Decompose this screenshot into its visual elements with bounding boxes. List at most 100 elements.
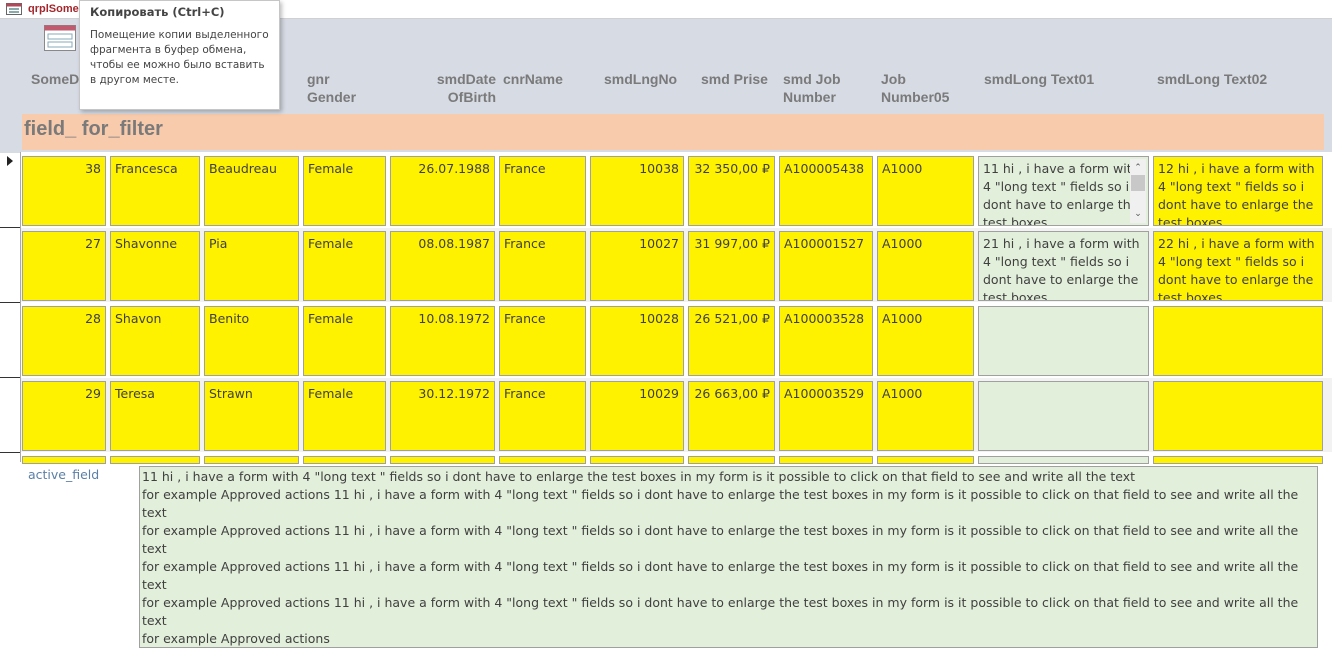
active-field-textbox[interactable]: 11 hi , i have a form with 4 "long text …	[139, 466, 1318, 648]
cell-prise[interactable]	[688, 456, 775, 464]
cell-dob[interactable]	[390, 456, 495, 464]
cell-id[interactable]	[22, 456, 106, 464]
header-lngno: smdLngNo	[604, 71, 678, 87]
cell-job05[interactable]: A1000	[877, 381, 974, 451]
scroll-thumb[interactable]	[1131, 175, 1145, 191]
cell-country[interactable]: France	[499, 381, 586, 451]
cell-prise[interactable]: 32 350,00 ₽	[688, 156, 775, 226]
header-jobnum: smd Job Number	[783, 71, 841, 105]
cell-value: Shavon	[115, 311, 162, 326]
cell-lngno[interactable]: 10029	[590, 381, 684, 451]
cell-last[interactable]: Beaudreau	[204, 156, 299, 226]
cell-text02[interactable]: 12 hi , i have a form with 4 "long text …	[1153, 156, 1323, 226]
cell-jobnum[interactable]: A100003528	[779, 306, 873, 376]
cell-text02[interactable]: 22 hi , i have a form with 4 "long text …	[1153, 231, 1323, 301]
cell-value: 32 350,00 ₽	[694, 161, 770, 176]
cell-value: Female	[308, 161, 354, 176]
cell-prise[interactable]: 26 521,00 ₽	[688, 306, 775, 376]
cell-text01[interactable]: 21 hi , i have a form with 4 "long text …	[978, 231, 1149, 301]
cell-gender[interactable]: Female	[303, 156, 386, 226]
row-separator	[0, 377, 20, 378]
form-icon	[6, 3, 22, 15]
cell-last[interactable]: Strawn	[204, 381, 299, 451]
cell-value: 26 663,00 ₽	[694, 386, 770, 401]
cell-value: A1000	[882, 161, 923, 176]
cell-job05[interactable]: A1000	[877, 231, 974, 301]
cell-job05[interactable]	[877, 456, 974, 464]
cell-lngno[interactable]	[590, 456, 684, 464]
record-selector[interactable]	[0, 377, 21, 452]
record-selector[interactable]	[0, 302, 21, 377]
cell-value: France	[504, 386, 546, 401]
cell-last[interactable]: Benito	[204, 306, 299, 376]
cell-gender[interactable]: Female	[303, 306, 386, 376]
cell-country[interactable]: France	[499, 306, 586, 376]
form-header-icon	[44, 25, 76, 51]
cell-value: Female	[308, 311, 354, 326]
row-separator	[0, 152, 20, 153]
cell-id[interactable]: 38	[22, 156, 106, 226]
cell-prise[interactable]: 31 997,00 ₽	[688, 231, 775, 301]
cell-id[interactable]: 29	[22, 381, 106, 451]
cell-value: A1000	[882, 236, 923, 251]
cell-text01[interactable]	[978, 381, 1149, 451]
cell-first[interactable]: Teresa	[110, 381, 200, 451]
cell-lngno[interactable]: 10027	[590, 231, 684, 301]
cell-first[interactable]: Shavon	[110, 306, 200, 376]
cell-jobnum[interactable]	[779, 456, 873, 464]
cell-id[interactable]: 28	[22, 306, 106, 376]
cell-value: 10028	[639, 311, 679, 326]
cell-last[interactable]: Pia	[204, 231, 299, 301]
cell-dob[interactable]: 26.07.1988	[390, 156, 495, 226]
cell-text01[interactable]: 11 hi , i have a form with 4 "long text …	[978, 156, 1149, 226]
cell-gender[interactable]: Female	[303, 231, 386, 301]
scrollbar[interactable]: ⌃ ⌄	[1130, 159, 1146, 223]
cell-value: Female	[308, 386, 354, 401]
cell-text02[interactable]	[1153, 381, 1323, 451]
cell-prise[interactable]: 26 663,00 ₽	[688, 381, 775, 451]
cell-job05[interactable]: A1000	[877, 306, 974, 376]
cell-jobnum[interactable]: A100001527	[779, 231, 873, 301]
cell-first[interactable]: Shavonne	[110, 231, 200, 301]
cell-jobnum[interactable]: A100003529	[779, 381, 873, 451]
cell-value: 11 hi , i have a form with 4 "long text …	[983, 161, 1140, 226]
cell-country[interactable]	[499, 456, 586, 464]
copy-tooltip: Копировать (Ctrl+C) Помещение копии выде…	[79, 0, 280, 110]
cell-last[interactable]	[204, 456, 299, 464]
cell-dob[interactable]: 10.08.1972	[390, 306, 495, 376]
cell-value: Pia	[209, 236, 228, 251]
record-selector[interactable]	[0, 452, 21, 462]
row-separator	[0, 302, 20, 303]
cell-value: France	[504, 161, 546, 176]
cell-dob[interactable]: 08.08.1987	[390, 231, 495, 301]
cell-lngno[interactable]: 10028	[590, 306, 684, 376]
cell-country[interactable]: France	[499, 156, 586, 226]
cell-text01[interactable]	[978, 306, 1149, 376]
scroll-down-icon[interactable]: ⌄	[1130, 205, 1146, 223]
cell-gender[interactable]: Female	[303, 381, 386, 451]
cell-jobnum[interactable]: A100005438	[779, 156, 873, 226]
cell-text01[interactable]	[978, 456, 1149, 464]
cell-value: 30.12.1972	[418, 386, 490, 401]
active-field-text: 11 hi , i have a form with 4 "long text …	[142, 469, 1299, 646]
cell-id[interactable]: 27	[22, 231, 106, 301]
cell-value: 21 hi , i have a form with 4 "long text …	[983, 236, 1140, 301]
filter-field[interactable]: field_ for_filter	[22, 114, 1324, 150]
header-prise: smd Prise	[701, 71, 768, 87]
row-separator	[0, 227, 20, 228]
cell-country[interactable]: France	[499, 231, 586, 301]
cell-gender[interactable]	[303, 456, 386, 464]
cell-value: Female	[308, 236, 354, 251]
cell-text02[interactable]	[1153, 456, 1323, 464]
tab-qrplsome[interactable]: qrplSome	[0, 0, 91, 18]
cell-text02[interactable]	[1153, 306, 1323, 376]
cell-dob[interactable]: 30.12.1972	[390, 381, 495, 451]
filter-label: field_ for_filter	[24, 118, 163, 140]
cell-lngno[interactable]: 10038	[590, 156, 684, 226]
cell-value: Beaudreau	[209, 161, 277, 176]
record-selector[interactable]	[0, 227, 21, 302]
header-dob: smdDate OfBirth	[436, 71, 496, 105]
cell-first[interactable]	[110, 456, 200, 464]
cell-first[interactable]: Francesca	[110, 156, 200, 226]
cell-job05[interactable]: A1000	[877, 156, 974, 226]
